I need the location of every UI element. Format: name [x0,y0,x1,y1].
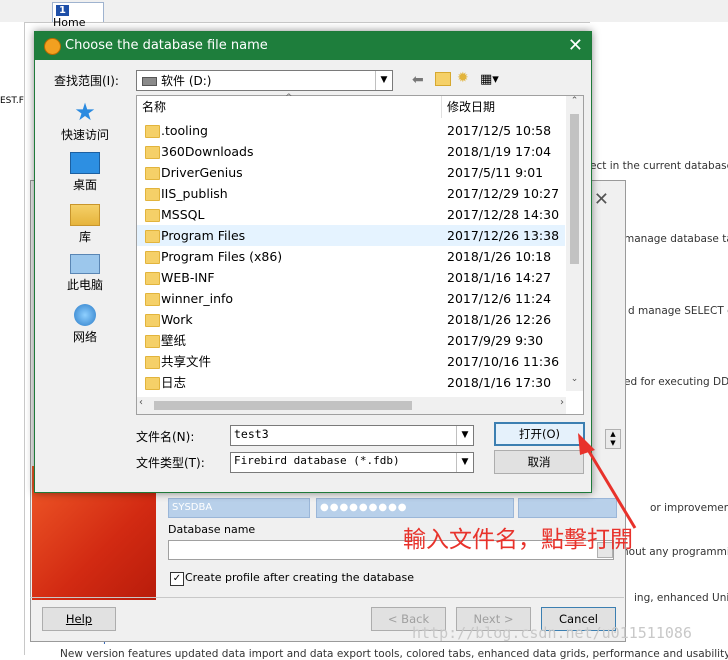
annotation-arrow [578,433,637,529]
watermark: http://blog.csdn.net/u011511086 [412,624,692,642]
annotation-text: 輸入文件名，點擊打開 [403,527,633,553]
